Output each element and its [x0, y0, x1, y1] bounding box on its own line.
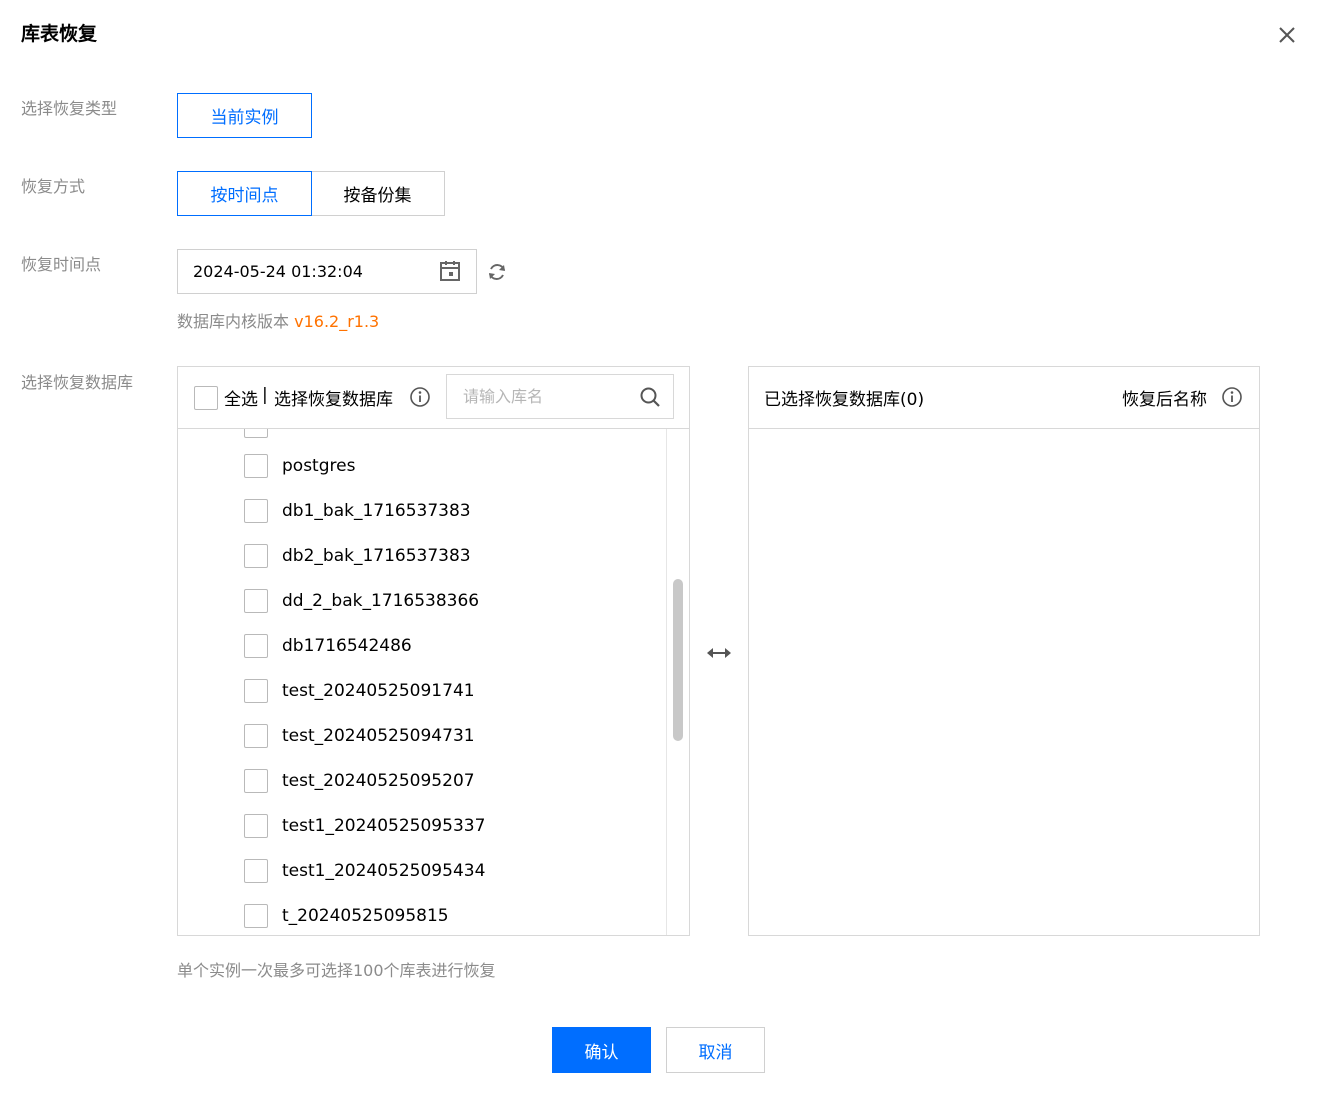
list-item-label: test1_20240525095337 — [282, 816, 486, 836]
restore-time-input[interactable]: 2024-05-24 01:32:04 — [177, 249, 477, 294]
list-item-checkbox[interactable] — [244, 589, 268, 613]
list-scrollbar[interactable] — [666, 429, 688, 935]
rename-column-title: 恢复后名称 — [1122, 390, 1207, 410]
refresh-icon[interactable] — [485, 260, 509, 284]
list-item-checkbox[interactable] — [244, 429, 268, 438]
list-item-checkbox[interactable] — [244, 679, 268, 703]
restore-time-value: 2024-05-24 01:32:04 — [193, 262, 363, 281]
source-panel-header: 全选 | 选择恢复数据库 — [178, 367, 689, 429]
list-item[interactable]: postgres — [244, 453, 355, 479]
database-source-panel: 全选 | 选择恢复数据库 postgres db1_bak_1716537383 — [177, 366, 690, 936]
dialog-title: 库表恢复 — [21, 23, 98, 45]
source-panel-title: 选择恢复数据库 — [274, 390, 393, 410]
list-item[interactable]: db2_bak_1716537383 — [244, 543, 471, 569]
list-item[interactable]: test_20240525091741 — [244, 678, 475, 704]
list-item-label: db1_bak_1716537383 — [282, 501, 471, 521]
kernel-version-value: v16.2_r1.3 — [294, 312, 380, 331]
confirm-button[interactable]: 确认 — [552, 1027, 651, 1073]
list-item-label: dd_2_bak_1716538366 — [282, 591, 480, 611]
list-item-checkbox[interactable] — [244, 904, 268, 928]
info-icon[interactable] — [409, 386, 431, 408]
search-icon[interactable] — [639, 386, 661, 408]
by-backup-set-button[interactable]: 按备份集 — [311, 171, 445, 216]
list-item[interactable]: test_20240525094731 — [244, 723, 475, 749]
by-time-point-button[interactable]: 按时间点 — [177, 171, 312, 216]
list-item-label: test_20240525091741 — [282, 681, 475, 701]
list-item-checkbox[interactable] — [244, 454, 268, 478]
selected-panel-title: 已选择恢复数据库(0) — [764, 390, 925, 410]
current-instance-button[interactable]: 当前实例 — [177, 93, 312, 138]
list-item-label: test1_20240525095434 — [282, 861, 486, 881]
list-item[interactable]: dd_2_bak_1716538366 — [244, 588, 479, 614]
list-item-checkbox[interactable] — [244, 544, 268, 568]
kernel-version: 数据库内核版本 v16.2_r1.3 — [177, 308, 379, 332]
list-item-label: postgres — [282, 456, 356, 476]
list-item-checkbox[interactable] — [244, 634, 268, 658]
list-item-label: db2_bak_1716537383 — [282, 546, 471, 566]
database-search-input[interactable] — [463, 387, 633, 406]
database-selected-panel: 已选择恢复数据库(0) 恢复后名称 — [748, 366, 1260, 936]
info-icon[interactable] — [1221, 386, 1243, 408]
list-item[interactable]: db1_bak_1716537383 — [244, 498, 471, 524]
list-item-checkbox[interactable] — [244, 814, 268, 838]
selected-panel-header: 已选择恢复数据库(0) 恢复后名称 — [749, 367, 1259, 429]
list-item-label: test_20240525095207 — [282, 771, 475, 791]
transfer-arrows-icon — [707, 648, 731, 658]
close-icon[interactable] — [1272, 20, 1302, 50]
list-item-checkbox[interactable] — [244, 724, 268, 748]
select-database-label: 选择恢复数据库 — [21, 373, 134, 392]
scrollbar-thumb[interactable] — [673, 579, 683, 741]
database-list[interactable]: postgres db1_bak_1716537383 db2_bak_1716… — [178, 429, 666, 935]
select-all-checkbox[interactable] — [194, 386, 218, 410]
database-search-box[interactable] — [446, 374, 674, 419]
list-item-label: test_20240525094731 — [282, 726, 475, 746]
selection-limit-hint: 单个实例一次最多可选择100个库表进行恢复 — [177, 961, 496, 980]
list-item-checkbox[interactable] — [244, 859, 268, 883]
restore-method-label: 恢复方式 — [21, 177, 86, 196]
calendar-icon[interactable] — [438, 259, 462, 283]
list-item[interactable]: test1_20240525095434 — [244, 858, 485, 884]
list-item[interactable] — [244, 429, 282, 439]
header-separator: | — [262, 385, 268, 405]
list-item-label: t_20240525095815 — [282, 906, 449, 926]
select-all-label: 全选 — [224, 390, 258, 410]
list-item[interactable]: test1_20240525095337 — [244, 813, 485, 839]
cancel-button[interactable]: 取消 — [666, 1027, 765, 1073]
list-item-label: db1716542486 — [282, 636, 412, 656]
list-item-checkbox[interactable] — [244, 499, 268, 523]
list-item[interactable]: db1716542486 — [244, 633, 412, 659]
list-item[interactable]: t_20240525095815 — [244, 903, 449, 929]
restore-type-label: 选择恢复类型 — [21, 99, 118, 118]
kernel-version-label: 数据库内核版本 — [177, 312, 290, 331]
list-item[interactable]: test_20240525095207 — [244, 768, 475, 794]
list-item-checkbox[interactable] — [244, 769, 268, 793]
restore-time-label: 恢复时间点 — [21, 255, 102, 274]
